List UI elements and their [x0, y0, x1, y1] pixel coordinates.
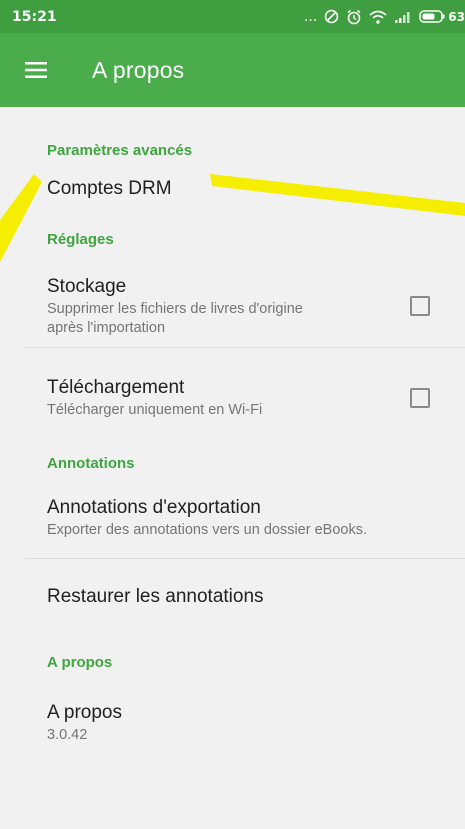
screen: 15:21 ... 63 A propos Paramètres avancés… — [0, 0, 465, 829]
battery-percent: 63 — [448, 9, 465, 24]
download-checkbox[interactable] — [410, 388, 430, 408]
section-header-about: A propos — [47, 653, 113, 671]
status-time: 15:21 — [12, 8, 57, 25]
drm-accounts-item[interactable]: Comptes DRM — [0, 163, 465, 215]
do-not-disturb-icon — [324, 9, 339, 24]
export-annotations-title: Annotations d'exportation — [47, 497, 261, 518]
restore-annotations-item[interactable]: Restaurer les annotations — [0, 559, 465, 635]
storage-subtitle-line2: après l'importation — [47, 319, 166, 336]
battery-indicator: 63 — [419, 10, 465, 24]
status-bar: 15:21 ... 63 — [0, 0, 465, 33]
storage-title: Stockage — [47, 275, 127, 297]
battery-icon — [419, 10, 445, 23]
status-icons: ... 63 — [304, 9, 465, 25]
export-annotations-subtitle: Exporter des annotations vers un dossier… — [47, 522, 367, 538]
export-annotations-text: Annotations d'exportation Exporter des a… — [47, 496, 435, 540]
section-header-annotations: Annotations — [47, 454, 135, 472]
restore-annotations-text: Restaurer les annotations — [47, 585, 435, 609]
app-bar: A propos — [0, 33, 465, 107]
wifi-icon — [369, 10, 387, 24]
settings-list: Paramètres avancés Comptes DRM Réglages … — [0, 107, 465, 759]
download-text: Téléchargement Télécharger uniquement en… — [47, 376, 410, 420]
signal-icon — [394, 10, 412, 23]
menu-button[interactable] — [0, 33, 72, 107]
section-header-settings: Réglages — [47, 230, 114, 248]
section-header-advanced: Paramètres avancés — [47, 142, 193, 159]
storage-checkbox[interactable] — [410, 296, 430, 316]
drm-accounts-title: Comptes DRM — [47, 178, 172, 199]
app-version: 3.0.42 — [47, 727, 88, 743]
more-notifications-icon: ... — [303, 8, 318, 25]
alarm-icon — [346, 9, 362, 25]
drm-accounts-text: Comptes DRM — [47, 177, 435, 201]
about-item[interactable]: A propos 3.0.42 — [0, 689, 465, 759]
download-subtitle: Télécharger uniquement en Wi-Fi — [47, 402, 263, 418]
download-title: Téléchargement — [47, 377, 185, 398]
export-annotations-item[interactable]: Annotations d'exportation Exporter des a… — [0, 478, 465, 558]
page-title: A propos — [92, 56, 185, 83]
storage-item[interactable]: Stockage Supprimer les fichiers de livre… — [0, 263, 465, 347]
about-text: A propos 3.0.42 — [47, 701, 435, 745]
storage-subtitle-line1: Supprimer les fichiers de livres d'origi… — [47, 300, 303, 317]
about-title: A propos — [47, 702, 122, 723]
restore-annotations-title: Restaurer les annotations — [47, 586, 264, 607]
download-item[interactable]: Téléchargement Télécharger uniquement en… — [0, 348, 465, 448]
hamburger-menu-icon — [25, 62, 47, 78]
storage-text: Stockage Supprimer les fichiers de livre… — [47, 275, 410, 338]
